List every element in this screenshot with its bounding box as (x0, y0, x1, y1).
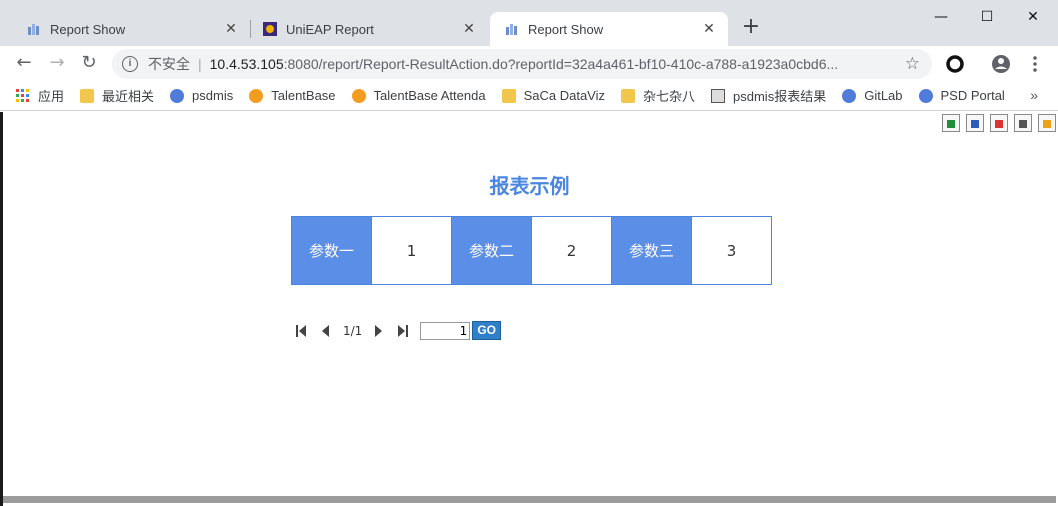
tab-report-show-active[interactable]: Report Show ✕ (490, 12, 728, 46)
report-page: 报表示例 参数一 1 参数二 2 参数三 3 1/1 GO (3, 112, 1056, 496)
bookmark-star-icon[interactable]: ☆ (905, 54, 920, 74)
globe-icon (918, 88, 933, 103)
previous-page-icon[interactable] (319, 324, 333, 338)
back-arrow-icon[interactable]: ← (12, 51, 36, 75)
tab-report-show-1[interactable]: Report Show ✕ (2, 12, 250, 46)
globe-icon (170, 88, 185, 103)
bookmark-label: psdmis (192, 88, 234, 103)
export-word-icon[interactable] (966, 114, 984, 132)
menu-dots-icon[interactable] (1024, 53, 1046, 75)
report-favicon-icon (504, 21, 520, 37)
go-button[interactable]: GO (472, 321, 501, 340)
bookmark-label: TalentBase (271, 88, 336, 103)
export-excel-icon[interactable] (942, 114, 960, 132)
minimize-button[interactable]: — (918, 6, 964, 28)
close-tab-icon[interactable]: ✕ (460, 20, 478, 38)
info-icon[interactable]: i (122, 56, 138, 72)
talentbase-icon (249, 88, 264, 103)
globe-icon (842, 88, 857, 103)
first-page-icon[interactable] (295, 324, 309, 338)
page-number-input[interactable] (420, 321, 471, 340)
new-tab-button[interactable]: + (740, 16, 762, 39)
bookmark-label: 应用 (38, 89, 65, 104)
maximize-button[interactable]: ☐ (964, 6, 1010, 28)
address-bar[interactable]: i 不安全 | 10.4.53.105 :8080/report/Report-… (112, 49, 932, 79)
browser-toolbar: ← → ↻ i 不安全 | 10.4.53.105 :8080/report/R… (0, 46, 1058, 81)
print-icon[interactable] (1014, 114, 1032, 132)
folder-icon (621, 88, 635, 103)
report-favicon-icon (26, 21, 42, 37)
bookmark-label: PSD Portal (940, 88, 1005, 103)
bookmark-label: psdmis报表结果 (733, 89, 827, 104)
image-icon (711, 88, 726, 103)
close-tab-icon[interactable]: ✕ (700, 20, 718, 38)
bookmark-misc[interactable]: 杂七杂八 (621, 86, 695, 105)
security-label: 不安全 (148, 56, 190, 72)
tab-uniEAP-report[interactable]: UniEAP Report ✕ (238, 12, 488, 46)
close-window-button[interactable]: ✕ (1010, 6, 1056, 28)
bookmark-psd-portal[interactable]: PSD Portal (918, 88, 1005, 103)
bookmarks-bar: 应用 最近相关 psdmis TalentBase TalentBase Att… (0, 81, 1058, 111)
bookmark-saca-dataviz[interactable]: SaCa DataViz (501, 88, 605, 103)
url-path: :8080/report/Report-ResultAction.do?repo… (283, 56, 839, 72)
page-indicator: 1/1 (343, 323, 363, 338)
tab-title: Report Show (528, 21, 604, 37)
bookmark-label: SaCa DataViz (523, 88, 605, 103)
talentbase-icon (351, 88, 366, 103)
bookmarks-overflow-icon[interactable]: » (1030, 87, 1038, 103)
tab-title: UniEAP Report (286, 21, 374, 37)
param-value: 2 (531, 216, 612, 285)
forward-arrow-icon[interactable]: → (45, 51, 69, 75)
export-pdf-icon[interactable] (990, 114, 1008, 132)
bookmark-label: GitLab (864, 88, 903, 103)
last-page-icon[interactable] (396, 324, 410, 338)
apps-grid-icon (16, 88, 30, 103)
report-title: 报表示例 (489, 174, 570, 198)
pagination: 1/1 GO (295, 321, 501, 340)
url-host: 10.4.53.105 (209, 56, 284, 72)
next-page-icon[interactable] (372, 324, 386, 338)
bookmark-talentbase-attendance[interactable]: TalentBase Attenda (351, 88, 486, 103)
tab-title: Report Show (50, 21, 126, 37)
tab-strip: Report Show ✕ UniEAP Report ✕ Report Sho… (0, 0, 1058, 46)
omnibox-divider: | (198, 56, 202, 72)
bookmark-psdmis[interactable]: psdmis (170, 88, 233, 103)
export-other-icon[interactable] (1038, 114, 1056, 132)
parameter-table: 参数一 1 参数二 2 参数三 3 (291, 216, 772, 285)
table-row: 参数一 1 参数二 2 参数三 3 (291, 216, 772, 285)
extension-circle-icon[interactable] (944, 53, 966, 75)
param-label: 参数二 (451, 216, 532, 285)
bookmark-psdmis-report[interactable]: psdmis报表结果 (711, 86, 826, 105)
folder-icon (80, 88, 95, 103)
bookmark-recent[interactable]: 最近相关 (80, 86, 154, 105)
folder-icon (501, 88, 516, 103)
bookmark-apps[interactable]: 应用 (16, 86, 64, 105)
export-toolbar (942, 114, 1056, 132)
horizontal-scrollbar[interactable] (3, 496, 1056, 503)
bookmark-label: TalentBase Attenda (373, 88, 486, 103)
unieap-favicon-icon (262, 21, 278, 37)
bookmark-label: 最近相关 (102, 89, 155, 104)
param-value: 3 (691, 216, 772, 285)
param-value: 1 (371, 216, 452, 285)
bookmark-label: 杂七杂八 (643, 89, 696, 104)
bookmark-gitlab[interactable]: GitLab (842, 88, 903, 103)
bookmark-talentbase[interactable]: TalentBase (249, 88, 336, 103)
param-label: 参数三 (611, 216, 692, 285)
param-label: 参数一 (291, 216, 372, 285)
account-icon[interactable] (990, 53, 1012, 75)
reload-icon[interactable]: ↻ (77, 51, 101, 75)
